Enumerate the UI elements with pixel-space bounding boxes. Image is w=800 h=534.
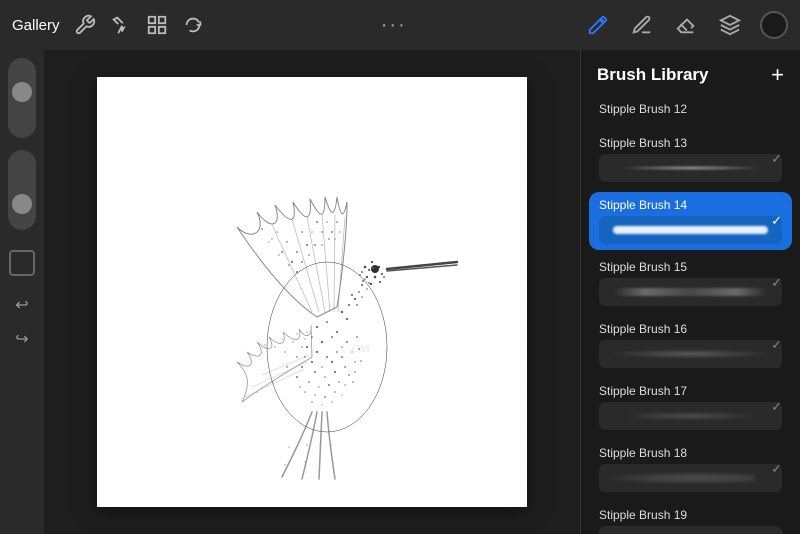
- brush-panel-header: Brush Library +: [581, 50, 800, 96]
- top-bar-right: [584, 11, 788, 39]
- brush-size-slider[interactable]: [8, 58, 36, 138]
- brush-name-13: Stipple Brush 13: [599, 136, 782, 150]
- canvas[interactable]: OM: [97, 77, 527, 507]
- brush-library-panel: Brush Library + Stipple Brush 12 Stipple…: [580, 50, 800, 534]
- brush-item-12[interactable]: Stipple Brush 12: [589, 96, 792, 126]
- lasso-icon[interactable]: [182, 14, 204, 36]
- brush-name-15: Stipple Brush 15: [599, 260, 782, 274]
- brush-check-17: ✓: [771, 399, 782, 415]
- wrench-icon[interactable]: [74, 14, 96, 36]
- svg-text:OM: OM: [352, 343, 370, 355]
- top-bar: Gallery ···: [0, 0, 800, 50]
- brush-item-16[interactable]: Stipple Brush 16 ✓: [589, 316, 792, 374]
- brush-item-19[interactable]: Stipple Brush 19: [589, 502, 792, 534]
- brush-list: Stipple Brush 12 Stipple Brush 13 ✓ Stip…: [581, 96, 800, 534]
- main-content: ↩ ↪: [0, 50, 800, 534]
- gallery-button[interactable]: Gallery: [12, 17, 60, 34]
- redo-button[interactable]: ↪: [9, 326, 35, 352]
- brush-item-13[interactable]: Stipple Brush 13 ✓: [589, 130, 792, 188]
- brush-name-14: Stipple Brush 14: [599, 198, 782, 212]
- brush-preview-17: [599, 402, 782, 430]
- left-sidebar: ↩ ↪: [0, 50, 44, 534]
- brush-item-17[interactable]: Stipple Brush 17 ✓: [589, 378, 792, 436]
- brush-name-19: Stipple Brush 19: [599, 508, 782, 522]
- brush-check-14: ✓: [771, 213, 782, 229]
- add-brush-button[interactable]: +: [771, 64, 784, 86]
- undo-button[interactable]: ↩: [9, 292, 35, 318]
- canvas-area: OM: [44, 50, 580, 534]
- eraser-tool-button[interactable]: [672, 11, 700, 39]
- brush-check-18: ✓: [771, 461, 782, 477]
- more-menu-button[interactable]: ···: [381, 14, 407, 37]
- selection-icon[interactable]: [110, 14, 132, 36]
- top-bar-left: Gallery: [12, 14, 204, 36]
- brush-item-18[interactable]: Stipple Brush 18 ✓: [589, 440, 792, 498]
- brush-item-14[interactable]: Stipple Brush 14 ✓: [589, 192, 792, 250]
- brush-tool-button[interactable]: [584, 11, 612, 39]
- brush-preview-14: [599, 216, 782, 244]
- brush-check-15: ✓: [771, 275, 782, 291]
- brush-check-16: ✓: [771, 337, 782, 353]
- brush-item-15[interactable]: Stipple Brush 15 ✓: [589, 254, 792, 312]
- brush-preview-19: [599, 526, 782, 534]
- brush-name-12: Stipple Brush 12: [599, 102, 782, 116]
- brush-preview-15: [599, 278, 782, 306]
- brush-preview-13: [599, 154, 782, 182]
- transform-icon[interactable]: [146, 14, 168, 36]
- brush-name-18: Stipple Brush 18: [599, 446, 782, 460]
- brush-name-17: Stipple Brush 17: [599, 384, 782, 398]
- opacity-slider[interactable]: [8, 150, 36, 230]
- selection-square[interactable]: [9, 250, 35, 276]
- color-picker-button[interactable]: [760, 11, 788, 39]
- brush-library-title: Brush Library: [597, 65, 708, 85]
- top-bar-center: ···: [381, 14, 407, 37]
- layers-tool-button[interactable]: [716, 11, 744, 39]
- smudge-tool-button[interactable]: [628, 11, 656, 39]
- brush-check-13: ✓: [771, 151, 782, 167]
- brush-preview-16: [599, 340, 782, 368]
- brush-preview-18: [599, 464, 782, 492]
- brush-name-16: Stipple Brush 16: [599, 322, 782, 336]
